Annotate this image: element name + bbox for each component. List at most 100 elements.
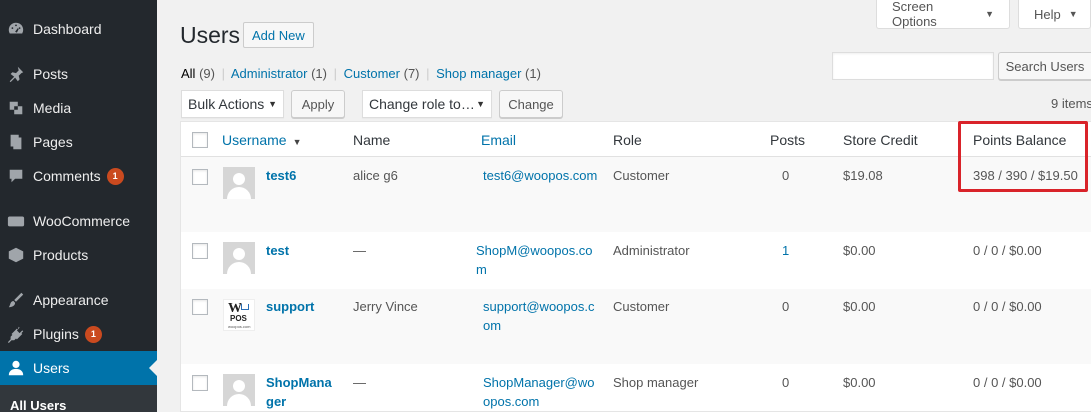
username-link[interactable]: ShopManager xyxy=(266,373,336,411)
user-name: alice g6 xyxy=(353,168,398,183)
change-role-value: Change role to… xyxy=(369,96,475,112)
comments-count-badge: 1 xyxy=(106,167,124,185)
sidebar-item-comments[interactable]: Comments 1 xyxy=(0,159,157,193)
sidebar-item-woocommerce[interactable]: WooCommerce xyxy=(0,204,157,238)
avatar xyxy=(223,242,255,274)
change-role-select[interactable]: Change role to… ▼ xyxy=(362,90,492,118)
user-email[interactable]: support@woopos.com xyxy=(483,297,601,335)
pages-icon xyxy=(6,132,26,152)
filter-count: (7) xyxy=(403,66,420,81)
chevron-down-icon: ▼ xyxy=(476,99,485,109)
column-username[interactable]: Username ▼ xyxy=(222,132,302,148)
sidebar-item-plugins[interactable]: Plugins 1 xyxy=(0,317,157,351)
filter-administrator[interactable]: Administrator xyxy=(231,66,308,81)
user-role: Customer xyxy=(613,168,670,183)
sidebar-item-pages[interactable]: Pages xyxy=(0,125,157,159)
change-button[interactable]: Change xyxy=(499,90,563,118)
bulk-actions-select[interactable]: Bulk Actions ▼ xyxy=(181,90,284,118)
row-checkbox[interactable] xyxy=(192,299,208,315)
user-store-credit: $0.00 xyxy=(843,299,876,314)
column-role: Role xyxy=(613,132,642,148)
sidebar-item-appearance[interactable]: Appearance xyxy=(0,283,157,317)
user-store-credit: $19.08 xyxy=(843,168,883,183)
help-label: Help xyxy=(1034,6,1061,22)
table-row: ShopManager — ShopManager@woopos.com Sho… xyxy=(181,364,1091,412)
user-store-credit: $0.00 xyxy=(843,243,876,258)
bulk-actions-value: Bulk Actions xyxy=(188,96,265,112)
column-email[interactable]: Email xyxy=(481,132,516,148)
sort-down-icon: ▼ xyxy=(292,137,302,147)
sidebar-item-posts[interactable]: Posts xyxy=(0,57,157,91)
user-points-balance: 0 / 0 / $0.00 xyxy=(973,299,1042,314)
username-link[interactable]: support xyxy=(266,297,314,316)
column-posts: Posts xyxy=(770,132,806,148)
admin-sidebar: Dashboard Posts Media Pages Comments 1 W… xyxy=(0,0,157,412)
user-name: — xyxy=(353,243,366,258)
user-role: Customer xyxy=(613,299,670,314)
sidebar-item-label: Dashboard xyxy=(33,21,102,37)
table-row: test6 alice g6 test6@woopos.com Customer… xyxy=(181,157,1091,232)
apply-button[interactable]: Apply xyxy=(291,90,345,118)
paintbrush-icon xyxy=(6,290,26,310)
help-button[interactable]: Help ▼ xyxy=(1018,0,1091,29)
user-role: Shop manager xyxy=(613,375,699,390)
sidebar-item-dashboard[interactable]: Dashboard xyxy=(0,12,157,46)
filter-all[interactable]: All xyxy=(181,66,195,81)
sidebar-item-label: Users xyxy=(33,360,70,376)
username-link[interactable]: test xyxy=(266,241,289,260)
filter-shop-manager[interactable]: Shop manager xyxy=(436,66,521,81)
user-store-credit: $0.00 xyxy=(843,375,876,390)
plugin-icon xyxy=(6,324,26,344)
sidebar-item-products[interactable]: Products xyxy=(0,238,157,272)
username-link[interactable]: test6 xyxy=(266,166,296,185)
user-posts: 0 xyxy=(782,168,790,183)
avatar xyxy=(223,374,255,406)
caret-down-icon: ▼ xyxy=(985,9,994,19)
sidebar-item-users[interactable]: Users xyxy=(0,351,157,385)
filter-count: (9) xyxy=(199,66,215,81)
search-users-input[interactable] xyxy=(832,52,994,80)
media-icon xyxy=(6,98,26,118)
filter-customer[interactable]: Customer xyxy=(344,66,400,81)
sidebar-item-label: Comments xyxy=(33,168,101,184)
woocommerce-icon xyxy=(6,211,26,231)
sidebar-item-label: Pages xyxy=(33,134,73,150)
points-balance-highlight xyxy=(958,121,1088,192)
sidebar-item-label: Products xyxy=(33,247,89,263)
screen-options-label: Screen Options xyxy=(892,0,937,29)
user-posts-link[interactable]: 1 xyxy=(782,241,789,260)
woopos-logo-avatar: W POS woopos.com xyxy=(223,299,255,331)
column-store-credit: Store Credit xyxy=(843,132,918,148)
pin-icon xyxy=(6,64,26,84)
user-role: Administrator xyxy=(613,243,690,258)
select-all-checkbox[interactable] xyxy=(192,132,208,148)
dashboard-icon xyxy=(6,19,26,39)
add-new-user-button[interactable]: Add New xyxy=(243,22,314,48)
box-icon xyxy=(6,245,26,265)
users-submenu: All Users xyxy=(0,385,157,412)
row-checkbox[interactable] xyxy=(192,243,208,259)
table-row: W POS woopos.com support Jerry Vince suppo… xyxy=(181,289,1091,364)
submenu-item-all-users[interactable]: All Users xyxy=(10,398,66,412)
active-menu-arrow xyxy=(149,360,157,376)
search-users-button[interactable]: Search Users xyxy=(998,52,1091,80)
sidebar-item-label: Media xyxy=(33,100,72,116)
role-filters: All (9) | Administrator (1) | Customer (… xyxy=(181,66,541,81)
avatar xyxy=(223,167,255,199)
screen-options-button[interactable]: Screen Options ▼ xyxy=(876,0,1010,29)
user-email[interactable]: ShopM@woopos.com xyxy=(476,241,594,279)
filter-count: (1) xyxy=(311,66,327,81)
page-title: Users xyxy=(180,22,241,48)
chevron-down-icon: ▼ xyxy=(268,99,277,109)
sidebar-item-label: Posts xyxy=(33,66,69,82)
row-checkbox[interactable] xyxy=(192,375,208,391)
user-points-balance: 0 / 0 / $0.00 xyxy=(973,243,1042,258)
user-email[interactable]: ShopManager@woopos.com xyxy=(483,373,595,411)
sidebar-item-label: Appearance xyxy=(33,292,109,308)
sidebar-item-media[interactable]: Media xyxy=(0,91,157,125)
items-count: 9 items xyxy=(1051,96,1091,111)
user-email[interactable]: test6@woopos.com xyxy=(483,166,601,185)
users-table: Username ▼ Name Email Role Posts Store Cr… xyxy=(180,121,1091,412)
row-checkbox[interactable] xyxy=(192,169,208,185)
filter-separator: | xyxy=(426,66,430,81)
